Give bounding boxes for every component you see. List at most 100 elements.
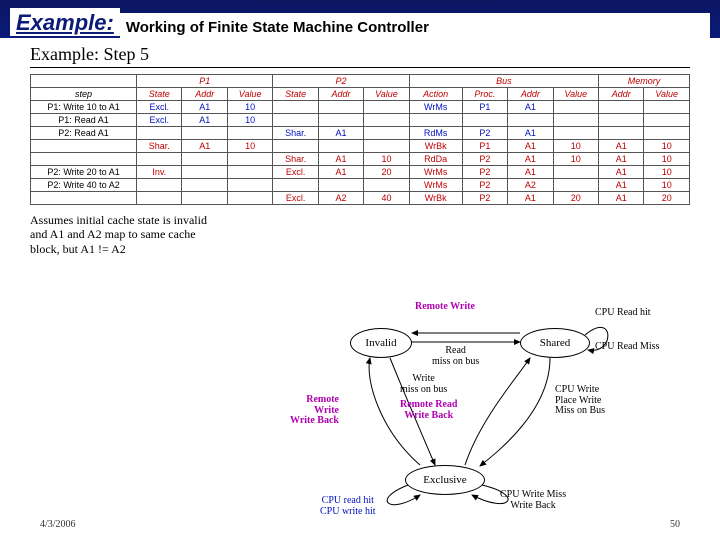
- cell-p1_val: 10: [227, 114, 272, 127]
- cell-p2_addr: A1: [318, 127, 363, 140]
- cell-p2_state: Shar.: [273, 127, 318, 140]
- cell-p2_state: Excl.: [273, 192, 318, 205]
- table-row: P2: Read A1Shar.A1RdMsP2A1: [31, 127, 690, 140]
- cell-mem_addr: A1: [599, 166, 644, 179]
- cell-p1_addr: [182, 192, 227, 205]
- cell-mem_val: 10: [644, 179, 690, 192]
- cell-step: P2: Write 40 to A2: [31, 179, 137, 192]
- cell-p2_val: [364, 101, 409, 114]
- cell-p1_val: [227, 166, 272, 179]
- cell-bus_addr: A2: [508, 179, 553, 192]
- table-row: P2: Write 20 to A1Inv.Excl.A120WrMsP2A1A…: [31, 166, 690, 179]
- cell-p1_val: [227, 192, 272, 205]
- col-mem-addr: Addr: [599, 88, 644, 101]
- cell-bus_val: [553, 114, 598, 127]
- coherence-table: P1 P2 Bus Memory step State Addr Value S…: [30, 74, 690, 205]
- cell-mem_addr: [599, 114, 644, 127]
- title-example: Example:: [10, 8, 120, 38]
- content-area: Example: Step 5 P1 P2 Bus Memory step St…: [0, 38, 720, 256]
- cell-mem_addr: A1: [599, 140, 644, 153]
- group-p1: P1: [137, 75, 273, 88]
- title-bar: Example: Working of Finite State Machine…: [0, 0, 720, 38]
- cell-mem_val: 20: [644, 192, 690, 205]
- group-memory: Memory: [599, 75, 690, 88]
- cell-step: P2: Write 20 to A1: [31, 166, 137, 179]
- cell-bus_action: [409, 114, 462, 127]
- cell-bus_proc: P2: [462, 153, 507, 166]
- cell-step: [31, 153, 137, 166]
- cell-bus_addr: A1: [508, 166, 553, 179]
- cell-bus_addr: A1: [508, 153, 553, 166]
- table-row: Shar.A110WrBkP1A110A110: [31, 140, 690, 153]
- cell-mem_val: [644, 127, 690, 140]
- cell-bus_action: WrBk: [409, 140, 462, 153]
- cell-p1_state: Inv.: [137, 166, 182, 179]
- cell-bus_addr: [508, 114, 553, 127]
- col-p2-value: Value: [364, 88, 409, 101]
- cell-mem_val: [644, 114, 690, 127]
- cell-mem_addr: A1: [599, 179, 644, 192]
- cell-bus_proc: P2: [462, 179, 507, 192]
- state-shared: Shared: [520, 328, 590, 358]
- cell-p1_val: 10: [227, 101, 272, 114]
- label-write-miss-bus: Writemiss on bus: [400, 374, 447, 395]
- cell-bus_addr: A1: [508, 127, 553, 140]
- table-row: Shar.A110RdDaP2A110A110: [31, 153, 690, 166]
- cell-p2_state: Excl.: [273, 166, 318, 179]
- label-cpu-write-miss-wb: CPU Write MissWrite Back: [500, 490, 566, 511]
- assumption-text: Assumes initial cache state is invalid a…: [30, 213, 220, 256]
- cell-p1_state: Excl.: [137, 101, 182, 114]
- column-header-row: step State Addr Value State Addr Value A…: [31, 88, 690, 101]
- cell-p1_addr: A1: [182, 114, 227, 127]
- cell-mem_addr: A1: [599, 192, 644, 205]
- cell-bus_proc: P1: [462, 101, 507, 114]
- cell-p2_state: Shar.: [273, 153, 318, 166]
- cell-p1_addr: [182, 166, 227, 179]
- cell-p2_addr: [318, 179, 363, 192]
- cell-mem_addr: [599, 127, 644, 140]
- footer-date: 4/3/2006: [40, 519, 76, 530]
- cell-p1_addr: A1: [182, 140, 227, 153]
- cell-step: P1: Read A1: [31, 114, 137, 127]
- table-row: P2: Write 40 to A2WrMsP2A2A110: [31, 179, 690, 192]
- cell-bus_val: [553, 127, 598, 140]
- cell-p2_val: [364, 140, 409, 153]
- cell-bus_proc: P1: [462, 140, 507, 153]
- cell-p1_state: [137, 192, 182, 205]
- label-cpu-write-place: CPU WritePlace WriteMiss on Bus: [555, 385, 605, 417]
- cell-bus_addr: A1: [508, 192, 553, 205]
- group-header-row: P1 P2 Bus Memory: [31, 75, 690, 88]
- col-p1-value: Value: [227, 88, 272, 101]
- cell-bus_action: RdMs: [409, 127, 462, 140]
- label-remote-write-top: Remote Write: [415, 302, 475, 313]
- cell-bus_action: WrMs: [409, 166, 462, 179]
- col-bus-value: Value: [553, 88, 598, 101]
- col-p2-addr: Addr: [318, 88, 363, 101]
- cell-bus_val: [553, 166, 598, 179]
- footer-page: 50: [670, 519, 680, 530]
- cell-p1_val: [227, 127, 272, 140]
- label-remote-read-wb: Remote ReadWrite Back: [400, 400, 457, 421]
- label-read-miss-bus: Readmiss on bus: [432, 346, 479, 367]
- cell-p1_val: 10: [227, 140, 272, 153]
- cell-p2_val: 40: [364, 192, 409, 205]
- label-cpu-rw-hit: CPU read hitCPU write hit: [320, 496, 376, 517]
- cell-p1_val: [227, 179, 272, 192]
- cell-p1_addr: [182, 179, 227, 192]
- cell-p1_addr: [182, 153, 227, 166]
- label-remote-write-wb: RemoteWriteWrite Back: [290, 395, 339, 427]
- table-row: P1: Write 10 to A1Excl.A110WrMsP1A1: [31, 101, 690, 114]
- table-row: Excl.A240WrBkP2A120A120: [31, 192, 690, 205]
- cell-step: P2: Read A1: [31, 127, 137, 140]
- cell-bus_addr: A1: [508, 140, 553, 153]
- table-row: P1: Read A1Excl.A110: [31, 114, 690, 127]
- footer: 4/3/2006 50: [40, 519, 680, 530]
- group-p2: P2: [273, 75, 409, 88]
- cell-p2_addr: A1: [318, 166, 363, 179]
- cell-mem_val: 10: [644, 140, 690, 153]
- cell-p2_addr: [318, 140, 363, 153]
- col-step: step: [31, 88, 137, 101]
- cell-p2_addr: [318, 114, 363, 127]
- cell-mem_val: 10: [644, 153, 690, 166]
- cell-p2_addr: A1: [318, 153, 363, 166]
